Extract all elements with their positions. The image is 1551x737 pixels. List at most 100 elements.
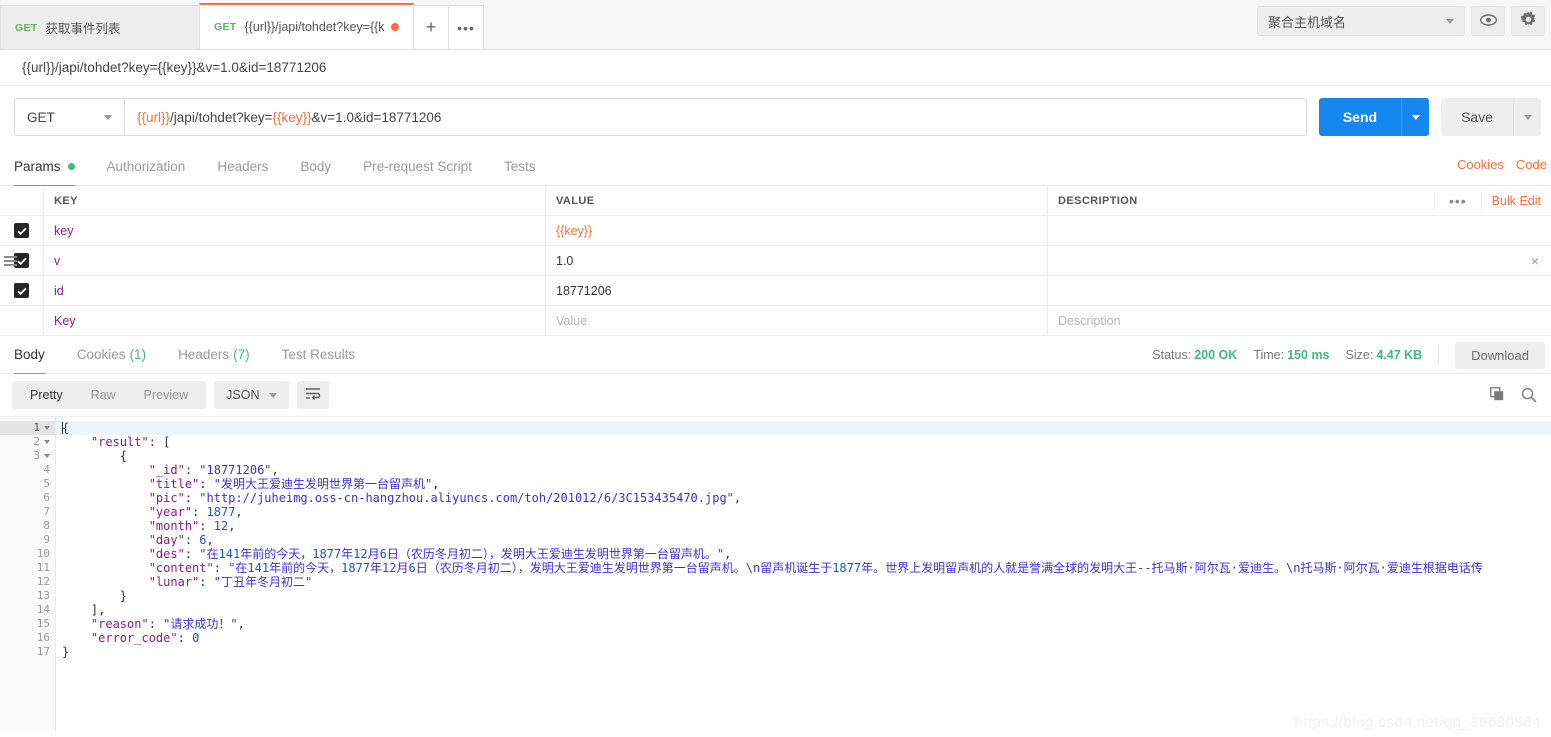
url-input[interactable]: {{url}}/japi/tohdet?key={{key}}&v=1.0&id…: [124, 98, 1307, 136]
search-button[interactable]: [1521, 387, 1537, 406]
code-token: }: [62, 645, 70, 659]
code-token: "丁丑年冬月初二": [213, 575, 313, 589]
settings-button[interactable]: [1511, 6, 1545, 36]
code-line: "content": "在141年前的今天，1877年12月6日（农历冬月初二）…: [56, 561, 1551, 575]
save-button[interactable]: Save: [1441, 98, 1513, 136]
request-tab-label: Tests: [503, 159, 536, 174]
code-token: "lunar": [148, 575, 200, 589]
params-options-button[interactable]: •••: [1433, 192, 1482, 210]
request-tab-bar: GET 获取事件列表 GET {{url}}/japi/tohdet?key={…: [0, 0, 1551, 50]
code-token: :: [199, 477, 214, 491]
code-token: "result": [90, 435, 149, 449]
word-wrap-button[interactable]: [297, 381, 330, 409]
response-tab-headers[interactable]: Headers (7): [178, 336, 250, 374]
param-value-input[interactable]: {{key}}: [546, 216, 1048, 245]
code-token: "day": [148, 533, 185, 547]
response-tab-test-results[interactable]: Test Results: [282, 336, 356, 374]
unsaved-changes-dot-icon: [391, 23, 399, 31]
param-description-input[interactable]: [1048, 216, 1551, 245]
request-tab-params[interactable]: Params: [14, 148, 75, 187]
params-header-checkbox-cell: [0, 186, 44, 215]
param-description-input[interactable]: [1048, 246, 1551, 275]
environment-quick-look-button[interactable]: [1471, 6, 1505, 36]
request-tab-1[interactable]: GET 获取事件列表: [0, 5, 200, 49]
new-tab-button[interactable]: +: [413, 5, 449, 49]
table-row[interactable]: key {{key}}: [0, 216, 1551, 246]
request-tab-pre-request-script[interactable]: Pre-request Script: [363, 148, 472, 186]
request-tab-label: Pre-request Script: [363, 159, 472, 174]
param-value-variable: {{key}}: [556, 223, 593, 238]
view-mode-raw[interactable]: Raw: [77, 381, 130, 409]
request-tab-label: Authorization: [106, 159, 186, 174]
param-enabled-checkbox[interactable]: [0, 246, 44, 275]
param-key-input-empty[interactable]: Key: [44, 306, 546, 335]
code-fold-arrow-icon[interactable]: [44, 440, 50, 444]
response-view-mode-group: Pretty Raw Preview: [12, 381, 207, 409]
param-enabled-checkbox[interactable]: [0, 216, 44, 245]
code-token: "year": [148, 505, 193, 519]
chevron-down-icon: [269, 392, 278, 398]
code-line-number: 6: [0, 491, 55, 505]
download-button[interactable]: Download: [1455, 341, 1545, 369]
request-tab-tests[interactable]: Tests: [504, 148, 536, 186]
save-options-button[interactable]: [1513, 98, 1541, 136]
response-tab-cookies[interactable]: Cookies (1): [77, 336, 146, 374]
code-link[interactable]: Code: [1516, 157, 1547, 172]
param-enabled-checkbox[interactable]: [0, 276, 44, 305]
status-badge: Status: 200 OK: [1152, 348, 1237, 362]
code-fold-arrow-icon[interactable]: [44, 426, 50, 430]
request-tab-authorization[interactable]: Authorization: [107, 148, 186, 186]
param-value-input[interactable]: 1.0: [546, 246, 1048, 275]
params-empty-row[interactable]: Key Value Description: [0, 306, 1551, 336]
code-token: {: [62, 421, 70, 435]
code-token: "error_code": [90, 631, 178, 645]
param-key-input[interactable]: key: [44, 216, 546, 245]
view-mode-preview[interactable]: Preview: [130, 381, 202, 409]
cookies-link[interactable]: Cookies: [1457, 157, 1504, 172]
line-number-label: 11: [36, 561, 50, 574]
code-fold-arrow-icon[interactable]: [44, 454, 50, 458]
code-line: "title": "发明大王爱迪生发明世界第一台留声机",: [56, 477, 1551, 491]
request-tab-headers[interactable]: Headers: [217, 148, 268, 186]
response-tab-body[interactable]: Body: [14, 336, 45, 375]
table-row[interactable]: v 1.0 ×: [0, 246, 1551, 276]
param-value-input[interactable]: 18771206: [546, 276, 1048, 305]
response-body-code-viewer[interactable]: 1 2 3 4 5 6 7 8 9 10 11 12 13 14 15 16 17 { "result": [ …: [0, 416, 1551, 731]
response-format-selector[interactable]: JSON: [214, 381, 290, 409]
code-token: :: [184, 463, 200, 477]
code-token: 1877: [206, 505, 236, 519]
param-description-input[interactable]: [1048, 276, 1551, 305]
code-line: }: [56, 645, 1551, 659]
code-token: 日（农历冬月初二），发明大王爱迪生发明世界第一台留声机。\n留声机诞生于: [415, 561, 833, 575]
param-key-input[interactable]: v: [44, 246, 546, 275]
tab-options-button[interactable]: •••: [448, 5, 484, 49]
bulk-edit-button[interactable]: Bulk Edit: [1482, 194, 1551, 208]
table-row[interactable]: id 18771206: [0, 276, 1551, 306]
delete-row-button[interactable]: ×: [1531, 253, 1539, 269]
send-options-button[interactable]: [1401, 98, 1430, 136]
send-button[interactable]: Send: [1318, 98, 1402, 136]
code-token: "请求成功！": [163, 617, 238, 631]
copy-button[interactable]: [1490, 387, 1505, 405]
request-tab-2[interactable]: GET {{url}}/japi/tohdet?key={{key}}&v: [199, 3, 414, 49]
param-description-input-empty[interactable]: Description: [1048, 306, 1551, 335]
request-tab-body[interactable]: Body: [300, 148, 331, 186]
code-token: :: [148, 617, 164, 631]
code-content[interactable]: { "result": [ { "_id": "18771206", "titl…: [56, 417, 1551, 731]
response-tab-label: Cookies: [76, 347, 126, 362]
environment-selector[interactable]: 聚合主机域名: [1257, 6, 1465, 36]
code-line-number: 16: [0, 631, 55, 645]
param-key-input[interactable]: id: [44, 276, 546, 305]
drag-handle-icon[interactable]: [4, 255, 17, 266]
code-token: 日（农历冬月初二），发明大王爱迪生发明世界第一台留声机。": [386, 547, 725, 561]
param-value-input-empty[interactable]: Value: [546, 306, 1048, 335]
http-method-selector[interactable]: GET: [14, 98, 124, 136]
view-mode-pretty[interactable]: Pretty: [16, 381, 77, 409]
code-token: :: [184, 533, 200, 547]
code-token: :: [192, 505, 207, 519]
code-token: ,: [228, 519, 236, 533]
param-enabled-checkbox-empty[interactable]: [0, 306, 44, 335]
code-token: :: [199, 575, 214, 589]
